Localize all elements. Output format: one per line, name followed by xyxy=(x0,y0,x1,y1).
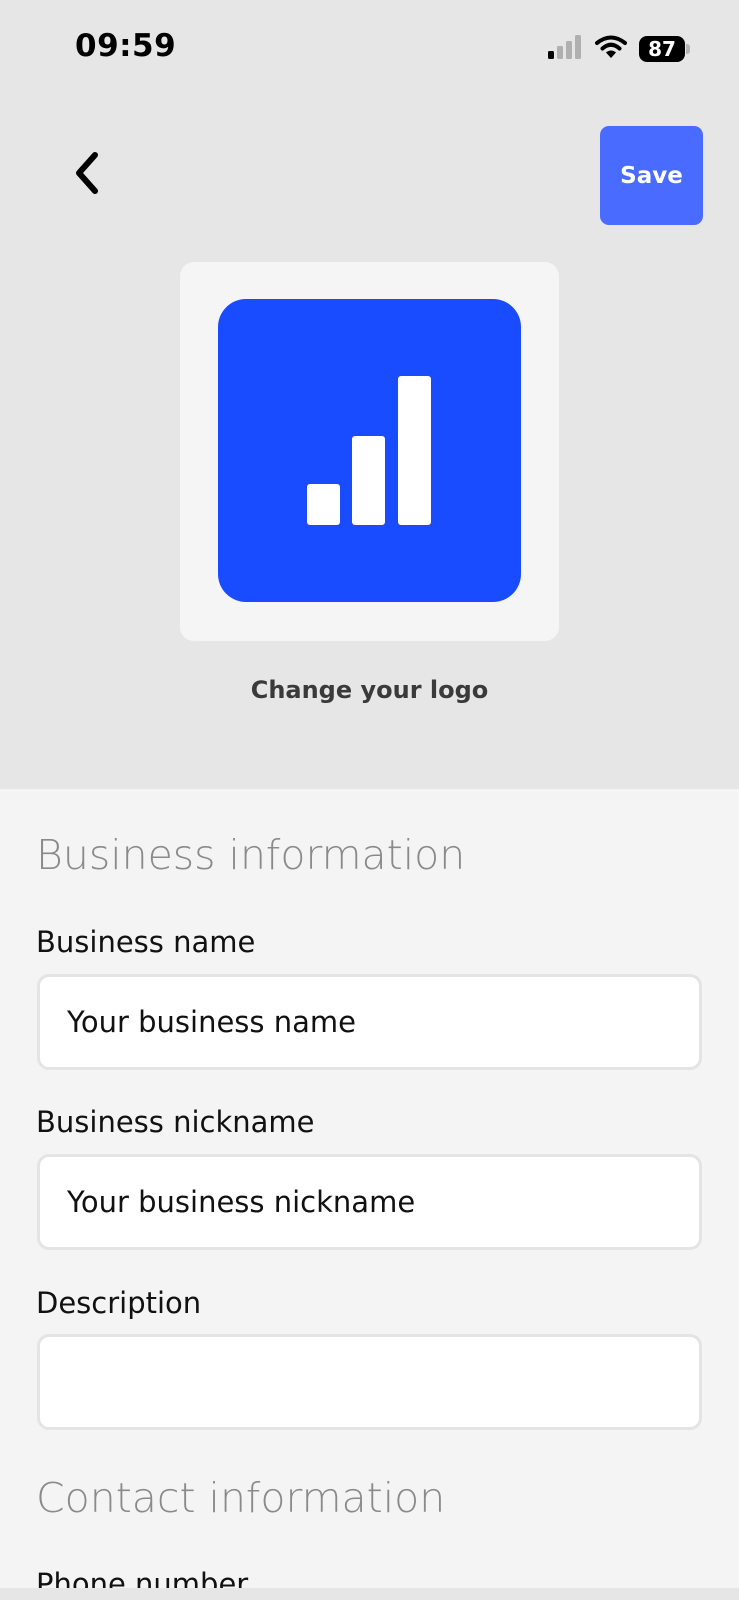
change-logo-link[interactable]: Change your logo xyxy=(0,676,739,704)
edit-business-profile-screen: 09:59 87 Save Change your logo Business … xyxy=(0,0,739,1600)
bottom-bar xyxy=(0,1588,739,1600)
description-label: Description xyxy=(36,1286,202,1320)
business-information-heading: Business information xyxy=(36,831,466,879)
battery-level: 87 xyxy=(639,36,685,62)
battery-icon: 87 xyxy=(639,36,691,62)
status-icons: 87 xyxy=(547,34,691,64)
wifi-icon xyxy=(595,35,627,63)
business-name-input[interactable] xyxy=(37,974,702,1070)
business-nickname-label: Business nickname xyxy=(36,1105,315,1139)
logo-picker[interactable] xyxy=(180,262,559,641)
header-area: 09:59 87 Save Change your logo xyxy=(0,0,739,789)
back-button[interactable] xyxy=(60,145,114,205)
contact-information-heading: Contact information xyxy=(36,1474,446,1522)
save-button[interactable]: Save xyxy=(600,126,703,225)
business-nickname-input[interactable] xyxy=(37,1154,702,1250)
description-input[interactable] xyxy=(37,1334,702,1430)
business-name-label: Business name xyxy=(36,925,256,959)
business-logo xyxy=(218,299,521,602)
status-time: 09:59 xyxy=(75,28,177,64)
chevron-left-icon xyxy=(70,151,104,199)
cellular-signal-icon xyxy=(547,35,583,63)
